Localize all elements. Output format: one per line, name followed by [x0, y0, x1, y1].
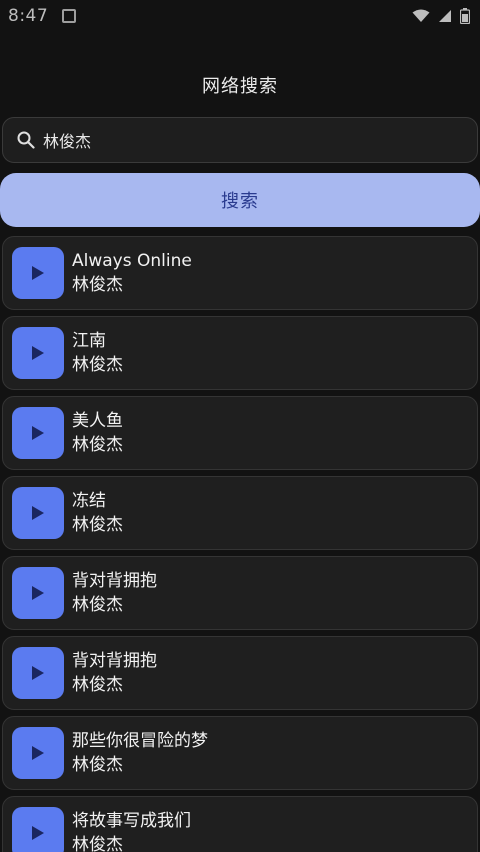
song-text: 将故事写成我们 林俊杰	[72, 810, 191, 852]
notification-icon	[62, 9, 77, 23]
play-icon	[32, 426, 44, 440]
play-icon	[32, 266, 44, 280]
song-artist: 林俊杰	[72, 275, 123, 295]
play-button[interactable]	[12, 327, 64, 379]
play-button[interactable]	[12, 247, 64, 299]
search-icon	[15, 129, 37, 151]
song-text: 背对背拥抱 林俊杰	[72, 650, 157, 696]
list-item[interactable]: 那些你很冒险的梦 林俊杰	[2, 716, 478, 790]
song-artist: 林俊杰	[72, 355, 123, 375]
song-text: 背对背拥抱 林俊杰	[72, 570, 157, 616]
song-title: 那些你很冒险的梦	[72, 731, 208, 751]
song-text: 江南 林俊杰	[72, 330, 123, 376]
list-item[interactable]: 江南 林俊杰	[2, 316, 478, 390]
song-text: 那些你很冒险的梦 林俊杰	[72, 730, 208, 776]
song-title: 江南	[72, 331, 106, 351]
page-title: 网络搜索	[202, 76, 278, 97]
song-text: 美人鱼 林俊杰	[72, 410, 123, 456]
play-icon	[32, 506, 44, 520]
song-text: Always Online 林俊杰	[72, 250, 192, 296]
app-screen: 8:47 网络搜索 搜索	[0, 0, 480, 852]
list-item[interactable]: 背对背拥抱 林俊杰	[2, 636, 478, 710]
play-button[interactable]	[12, 727, 64, 779]
status-time: 8:47	[8, 6, 49, 26]
play-button[interactable]	[12, 567, 64, 619]
song-text: 冻结 林俊杰	[72, 490, 123, 536]
song-artist: 林俊杰	[72, 435, 123, 455]
status-right	[412, 8, 470, 24]
list-item[interactable]: Always Online 林俊杰	[2, 236, 478, 310]
signal-icon	[439, 10, 451, 22]
song-artist: 林俊杰	[72, 675, 123, 695]
song-title: 将故事写成我们	[72, 811, 191, 831]
song-title: 背对背拥抱	[72, 571, 157, 591]
play-icon	[32, 666, 44, 680]
song-title: Always Online	[72, 251, 192, 271]
list-item[interactable]: 将故事写成我们 林俊杰	[2, 796, 478, 852]
song-title: 背对背拥抱	[72, 651, 157, 671]
list-item[interactable]: 背对背拥抱 林俊杰	[2, 556, 478, 630]
song-title: 冻结	[72, 491, 106, 511]
battery-icon	[460, 8, 470, 24]
play-icon	[32, 586, 44, 600]
list-item[interactable]: 冻结 林俊杰	[2, 476, 478, 550]
search-input[interactable]	[43, 118, 477, 162]
play-button[interactable]	[12, 647, 64, 699]
status-left: 8:47	[8, 6, 77, 26]
play-icon	[32, 826, 44, 840]
song-artist: 林俊杰	[72, 835, 123, 852]
search-box[interactable]	[2, 117, 478, 163]
search-button[interactable]: 搜索	[0, 173, 480, 227]
play-button[interactable]	[12, 407, 64, 459]
list-item[interactable]: 美人鱼 林俊杰	[2, 396, 478, 470]
play-icon	[32, 746, 44, 760]
song-artist: 林俊杰	[72, 755, 123, 775]
song-artist: 林俊杰	[72, 595, 123, 615]
song-title: 美人鱼	[72, 411, 123, 431]
play-button[interactable]	[12, 487, 64, 539]
play-button[interactable]	[12, 807, 64, 852]
status-bar: 8:47	[0, 0, 480, 32]
wifi-icon	[412, 9, 430, 22]
song-artist: 林俊杰	[72, 515, 123, 535]
play-icon	[32, 346, 44, 360]
